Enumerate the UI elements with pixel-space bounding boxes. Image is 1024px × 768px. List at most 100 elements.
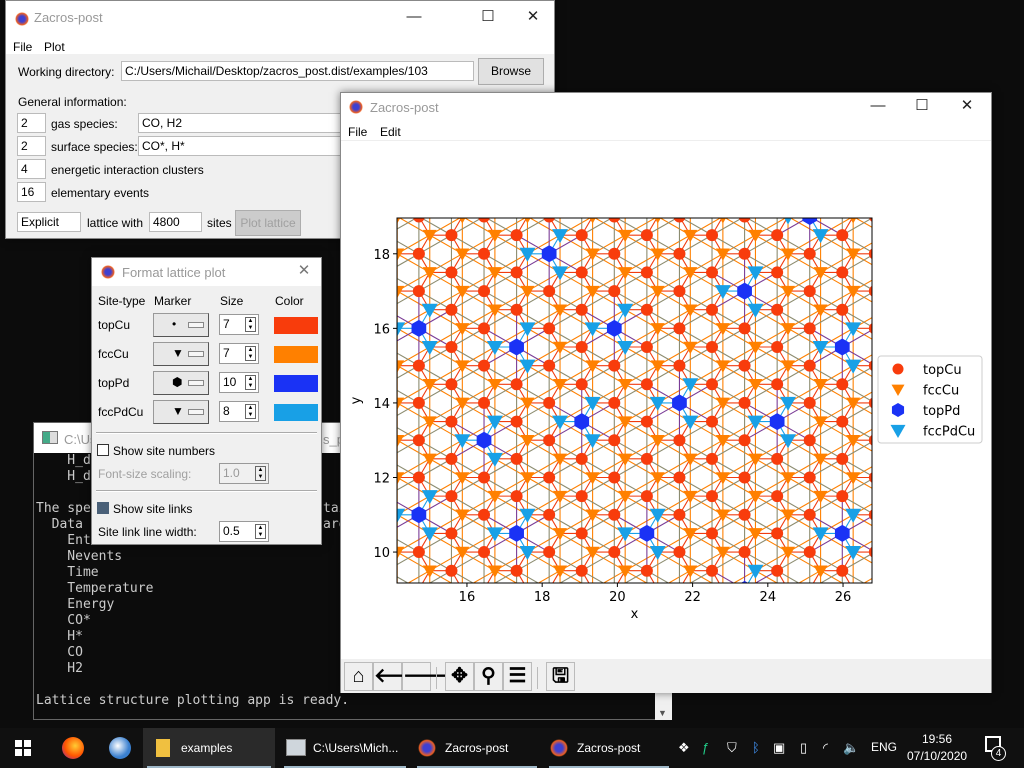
marker-fccCu <box>618 565 633 578</box>
task-zacros-post-1[interactable]: Zacros-post <box>413 728 541 768</box>
pan-icon[interactable]: ✥ <box>445 662 474 691</box>
marker-size-spinbox[interactable]: 7 ▲ ▼ <box>219 314 259 335</box>
spin-arrows-icon[interactable]: ▲ ▼ <box>245 404 256 419</box>
site-link <box>484 179 517 198</box>
task-console[interactable]: C:\Users\Mich... <box>280 728 410 768</box>
home-icon[interactable]: ⌂ <box>344 662 373 691</box>
site-link <box>527 161 560 180</box>
sites-count-input[interactable] <box>149 212 202 232</box>
marker-topCu <box>413 583 425 595</box>
monitor-icon[interactable]: ▣ <box>773 740 785 756</box>
bluetooth-icon[interactable]: ᛒ <box>752 740 760 755</box>
clock-time[interactable]: 19:56 <box>922 732 952 746</box>
start-icon[interactable] <box>15 740 31 756</box>
show-site-links-checkbox[interactable] <box>97 502 109 514</box>
marker-fccPdCu <box>486 527 503 542</box>
spin-arrows-icon[interactable]: ▲ ▼ <box>255 524 266 539</box>
site-link <box>614 179 647 198</box>
color-swatch-fccPdCu[interactable] <box>274 404 318 421</box>
minimize-button[interactable]: — <box>864 94 892 118</box>
save-icon[interactable]: 🖫 <box>546 662 575 691</box>
site-link <box>875 608 886 627</box>
back-icon[interactable]: 🡐 <box>373 662 428 691</box>
marker-selector[interactable]: ▼ <box>153 400 209 424</box>
spin-arrows-icon[interactable]: ▲ ▼ <box>245 346 256 361</box>
show-site-numbers-checkbox[interactable] <box>97 444 109 456</box>
task-zacros-post-2[interactable]: Zacros-post <box>545 728 673 768</box>
marker-selector[interactable]: • <box>153 313 209 337</box>
color-swatch-topPd[interactable] <box>274 375 318 392</box>
site-link <box>842 161 853 180</box>
close-button[interactable]: ✕ <box>519 5 547 29</box>
task-examples[interactable]: examples <box>143 728 275 768</box>
color-swatch-topCu[interactable] <box>274 317 318 334</box>
menu-file[interactable]: File <box>13 40 32 54</box>
site-link <box>462 161 495 180</box>
link-width-value: 0.5 <box>223 524 240 538</box>
site-link <box>821 198 854 217</box>
marker-fccCu <box>358 603 372 615</box>
clusters-count[interactable] <box>17 159 46 179</box>
site-link <box>484 589 495 608</box>
configure-icon[interactable]: ☰ <box>503 662 532 691</box>
marker-glyph-icon: ▼ <box>172 346 184 360</box>
lattice-type-input[interactable] <box>17 212 81 232</box>
marker-size-spinbox[interactable]: 7 ▲ ▼ <box>219 343 259 364</box>
menu-plot[interactable]: Plot <box>44 40 65 54</box>
lattice-plot[interactable]: 16 18 20 22 24 26 10 12 14 16 18 x y topCu fccCu topPd f… <box>341 141 991 659</box>
thunderbird-icon[interactable] <box>109 737 131 759</box>
site-link <box>821 608 854 627</box>
wifi-icon[interactable]: ◜ <box>823 740 828 756</box>
gas-species-count[interactable] <box>17 113 46 133</box>
close-button[interactable]: ✕ <box>290 259 318 283</box>
font-scaling-spinbox[interactable]: 1.0 ▲ ▼ <box>219 463 269 484</box>
folder-icon <box>156 739 170 757</box>
zoom-icon[interactable]: ⚲ <box>474 662 503 691</box>
marker-topCu <box>543 359 556 372</box>
marker-fccCu <box>846 285 861 299</box>
marker-topCu <box>640 266 653 279</box>
working-directory-input[interactable] <box>121 61 474 81</box>
spin-arrows-icon[interactable]: ▲ ▼ <box>245 317 256 332</box>
scroll-down-icon[interactable]: ▼ <box>658 708 667 718</box>
dropbox-icon[interactable]: ❖ <box>678 740 690 756</box>
browse-button[interactable]: Browse <box>478 58 544 85</box>
marker-topCu <box>608 173 620 185</box>
language-indicator[interactable]: ENG <box>871 740 897 754</box>
marker-fccCu <box>715 434 730 448</box>
maximize-button[interactable]: ☐ <box>474 5 502 29</box>
site-type-label: topCu <box>98 318 131 332</box>
marker-topCu <box>641 602 653 614</box>
marker-topCu <box>836 229 849 242</box>
marker-selector[interactable]: ▼ <box>153 342 209 366</box>
color-swatch-fccCu[interactable] <box>274 346 318 363</box>
firefox-icon[interactable] <box>62 737 84 759</box>
volume-icon[interactable]: 🔈 <box>843 740 859 756</box>
power-icon[interactable]: ▯ <box>800 740 807 756</box>
maximize-button[interactable]: ☐ <box>908 94 936 118</box>
forward-icon[interactable]: 🡒 <box>402 662 457 691</box>
marker-fccCu <box>422 229 437 243</box>
plot-lattice-button[interactable]: Plot lattice <box>235 210 301 236</box>
surface-species-count[interactable] <box>17 136 46 156</box>
site-link <box>712 198 745 217</box>
marker-size-spinbox[interactable]: 8 ▲ ▼ <box>219 401 259 422</box>
menu-file[interactable]: File <box>348 125 367 139</box>
menu-edit[interactable]: Edit <box>380 125 401 139</box>
marker-fccCu <box>683 565 698 578</box>
minimize-button[interactable]: — <box>400 5 428 29</box>
marker-topCu <box>608 546 621 559</box>
marker-size-spinbox[interactable]: 10 ▲ ▼ <box>219 372 259 393</box>
site-link <box>886 589 919 608</box>
close-button[interactable]: ✕ <box>953 94 981 118</box>
clock-date[interactable]: 07/10/2020 <box>907 749 967 763</box>
spin-arrows-icon[interactable]: ▲ ▼ <box>245 375 256 390</box>
marker-topCu <box>543 285 556 298</box>
marker-selector[interactable]: ⬢ <box>153 371 209 395</box>
feedly-icon[interactable]: ƒ <box>702 740 709 755</box>
site-link <box>354 515 365 534</box>
events-count[interactable] <box>17 182 46 202</box>
spin-arrows-icon[interactable]: ▲ ▼ <box>255 466 266 481</box>
security-icon[interactable]: ⛉ <box>727 740 737 756</box>
link-width-spinbox[interactable]: 0.5 ▲ ▼ <box>219 521 269 542</box>
